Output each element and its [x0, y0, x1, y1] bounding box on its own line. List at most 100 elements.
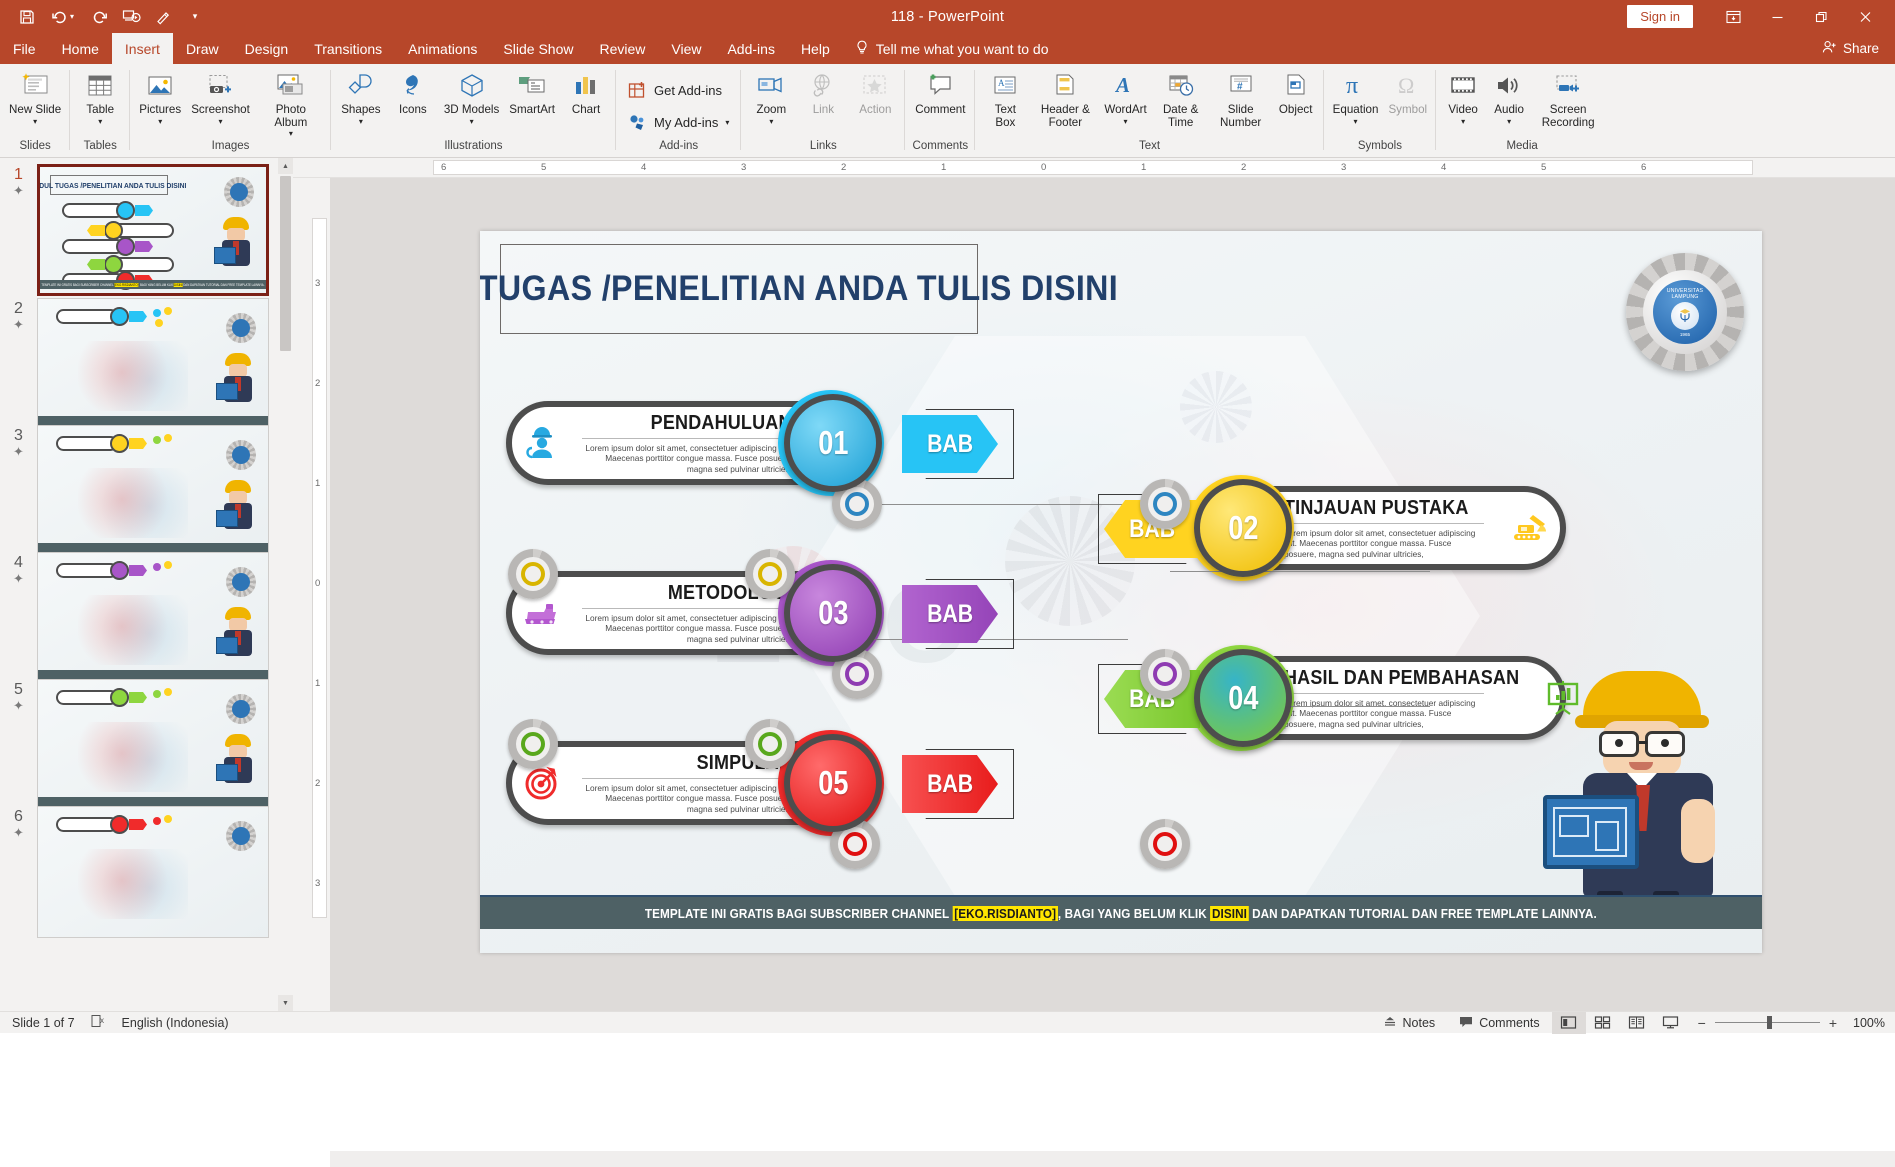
header-footer-button[interactable]: Header & Footer	[1031, 67, 1099, 129]
canvas-horizontal-scrollbar[interactable]	[330, 1151, 1895, 1167]
screenshot-button[interactable]: Screenshot ▾	[186, 67, 255, 126]
chart-button[interactable]: Chart	[560, 67, 612, 117]
thumbnail-preview[interactable]	[37, 679, 269, 811]
zoom-handle[interactable]	[1767, 1016, 1772, 1029]
scroll-up-icon[interactable]: ▲	[278, 158, 293, 174]
equation-button[interactable]: π Equation ▾	[1328, 67, 1384, 126]
number-badge[interactable]: 02	[1194, 479, 1292, 577]
thumbnail-preview[interactable]	[37, 298, 269, 430]
zoom-level[interactable]: 100%	[1847, 1016, 1885, 1030]
screenshot-caret-icon[interactable]: ▾	[219, 117, 223, 126]
tab-slide-show[interactable]: Slide Show	[490, 33, 586, 64]
smartart-button[interactable]: SmartArt	[504, 67, 560, 117]
thumbnail-slide-2[interactable]: 2 ✦	[0, 298, 272, 430]
table-caret-icon[interactable]: ▾	[98, 117, 102, 126]
banner-highlight-disini[interactable]: DISINI	[1210, 906, 1249, 921]
audio-button[interactable]: Audio ▾	[1486, 67, 1532, 126]
slide-editing-surface[interactable]: EKO JUDUL TUGAS /PENELITIAN ANDA TULIS D…	[480, 231, 1762, 953]
tab-insert[interactable]: Insert	[112, 33, 173, 64]
zoom-out-button[interactable]: −	[1698, 1015, 1706, 1031]
reading-view-button[interactable]	[1620, 1012, 1654, 1034]
share-button[interactable]: Share	[1822, 33, 1895, 64]
tab-animations[interactable]: Animations	[395, 33, 490, 64]
pictures-caret-icon[interactable]: ▾	[158, 117, 162, 126]
zoom-track[interactable]	[1715, 1022, 1820, 1023]
shapes-caret-icon[interactable]: ▾	[359, 117, 363, 126]
number-badge[interactable]: 04	[1194, 649, 1292, 747]
zoom-slider[interactable]: − +	[1688, 1015, 1847, 1031]
animation-star-icon[interactable]: ✦	[0, 826, 37, 840]
thumbnail-slide-3[interactable]: 3 ✦	[0, 425, 272, 557]
3d-models-button[interactable]: 3D Models ▾	[439, 67, 504, 126]
infographic-row-2[interactable]: BAB TINJAUAN PUSTAKA Lorem ipsum dolor s…	[1170, 486, 1730, 570]
horizontal-ruler[interactable]: 6 5 4 3 2 1 0 1 2 3 4 5 6	[293, 158, 1895, 178]
audio-caret-icon[interactable]: ▾	[1507, 117, 1511, 126]
animation-star-icon[interactable]: ✦	[0, 318, 37, 332]
comment-button[interactable]: Comment	[909, 67, 971, 117]
new-slide-button[interactable]: New Slide ▾	[4, 67, 66, 126]
thumbnail-slide-4[interactable]: 4 ✦	[0, 552, 272, 684]
tab-review[interactable]: Review	[586, 33, 658, 64]
video-button[interactable]: Video ▾	[1440, 67, 1486, 126]
thumbnail-preview[interactable]: JUDUL TUGAS /PENELITIAN ANDA TULIS DISIN…	[37, 164, 269, 296]
university-logo-gear[interactable]: UNIVERSITAS LAMPUNG 1965	[1626, 253, 1744, 371]
my-add-ins-caret-icon[interactable]: ▾	[725, 118, 729, 127]
tab-draw[interactable]: Draw	[173, 33, 232, 64]
language-indicator[interactable]: English (Indonesia)	[122, 1016, 229, 1030]
wordart-caret-icon[interactable]: ▾	[1124, 117, 1128, 126]
equation-caret-icon[interactable]: ▾	[1354, 117, 1358, 126]
animation-star-icon[interactable]: ✦	[0, 572, 37, 586]
get-add-ins-button[interactable]: Get Add-ins	[620, 74, 730, 106]
slide-thumbnail-pane[interactable]: 1 ✦ JUDUL TUGAS /PENELITIAN ANDA TULIS D…	[0, 158, 293, 1011]
object-button[interactable]: Object	[1272, 67, 1320, 117]
text-box-button[interactable]: A Text Box	[979, 67, 1031, 129]
photo-album-button[interactable]: Photo Album ▾	[255, 67, 327, 138]
tab-design[interactable]: Design	[232, 33, 302, 64]
number-badge[interactable]: 01	[784, 394, 882, 492]
banner-highlight-channel[interactable]: [EKO.RISDIANTO]	[953, 906, 1058, 921]
thumbnail-slide-5[interactable]: 5 ✦	[0, 679, 272, 811]
slide-indicator[interactable]: Slide 1 of 7	[12, 1016, 75, 1030]
zoom-button[interactable]: Zoom ▾	[745, 67, 797, 126]
slide-title-placeholder[interactable]: JUDUL TUGAS /PENELITIAN ANDA TULIS DISIN…	[500, 244, 978, 334]
table-button[interactable]: Table ▾	[74, 67, 126, 126]
scrollbar-thumb[interactable]	[280, 176, 291, 351]
video-caret-icon[interactable]: ▾	[1461, 117, 1465, 126]
tab-home[interactable]: Home	[49, 33, 112, 64]
thumbnail-pane-scrollbar[interactable]: ▲ ▼	[278, 158, 293, 1011]
slide-canvas-area[interactable]: EKO JUDUL TUGAS /PENELITIAN ANDA TULIS D…	[330, 178, 1895, 1011]
vertical-ruler[interactable]: 3 2 1 0 1 2 3	[310, 178, 330, 1011]
thumbnail-slide-1[interactable]: 1 ✦ JUDUL TUGAS /PENELITIAN ANDA TULIS D…	[0, 164, 272, 296]
infographic-row-1[interactable]: PENDAHULUAN Lorem ipsum dolor sit amet, …	[506, 401, 1066, 485]
thumbnail-preview[interactable]	[37, 552, 269, 684]
zoom-caret-icon[interactable]: ▾	[769, 117, 773, 126]
zoom-in-button[interactable]: +	[1829, 1015, 1837, 1031]
icons-button[interactable]: Icons	[387, 67, 439, 117]
tab-view[interactable]: View	[658, 33, 714, 64]
tab-file[interactable]: File	[0, 33, 49, 64]
comments-button[interactable]: Comments	[1447, 1012, 1551, 1034]
date-time-button[interactable]: Date & Time	[1152, 67, 1210, 129]
tab-add-ins[interactable]: Add-ins	[714, 33, 787, 64]
tab-help[interactable]: Help	[788, 33, 843, 64]
thumbnail-slide-6[interactable]: 6 ✦	[0, 806, 272, 938]
screen-recording-button[interactable]: Screen Recording	[1532, 67, 1604, 129]
thumbnail-preview[interactable]	[37, 425, 269, 557]
scroll-down-icon[interactable]: ▼	[278, 995, 293, 1011]
3d-models-caret-icon[interactable]: ▾	[470, 117, 474, 126]
animation-star-icon[interactable]: ✦	[0, 445, 37, 459]
accessibility-checker-icon[interactable]: x	[91, 1014, 106, 1031]
number-badge[interactable]: 05	[784, 734, 882, 832]
normal-view-button[interactable]	[1552, 1012, 1586, 1034]
slide-sorter-view-button[interactable]	[1586, 1012, 1620, 1034]
shapes-button[interactable]: Shapes ▾	[335, 67, 387, 126]
tab-transitions[interactable]: Transitions	[301, 33, 395, 64]
wordart-button[interactable]: A WordArt ▾	[1099, 67, 1151, 126]
tell-me-search[interactable]: Tell me what you want to do	[843, 33, 1061, 64]
thumbnail-preview[interactable]	[37, 806, 269, 938]
number-badge[interactable]: 03	[784, 564, 882, 662]
notes-button[interactable]: Notes	[1371, 1012, 1448, 1034]
photo-album-caret-icon[interactable]: ▾	[289, 129, 293, 138]
slide-show-button[interactable]	[1654, 1012, 1688, 1034]
new-slide-caret-icon[interactable]: ▾	[33, 117, 37, 126]
